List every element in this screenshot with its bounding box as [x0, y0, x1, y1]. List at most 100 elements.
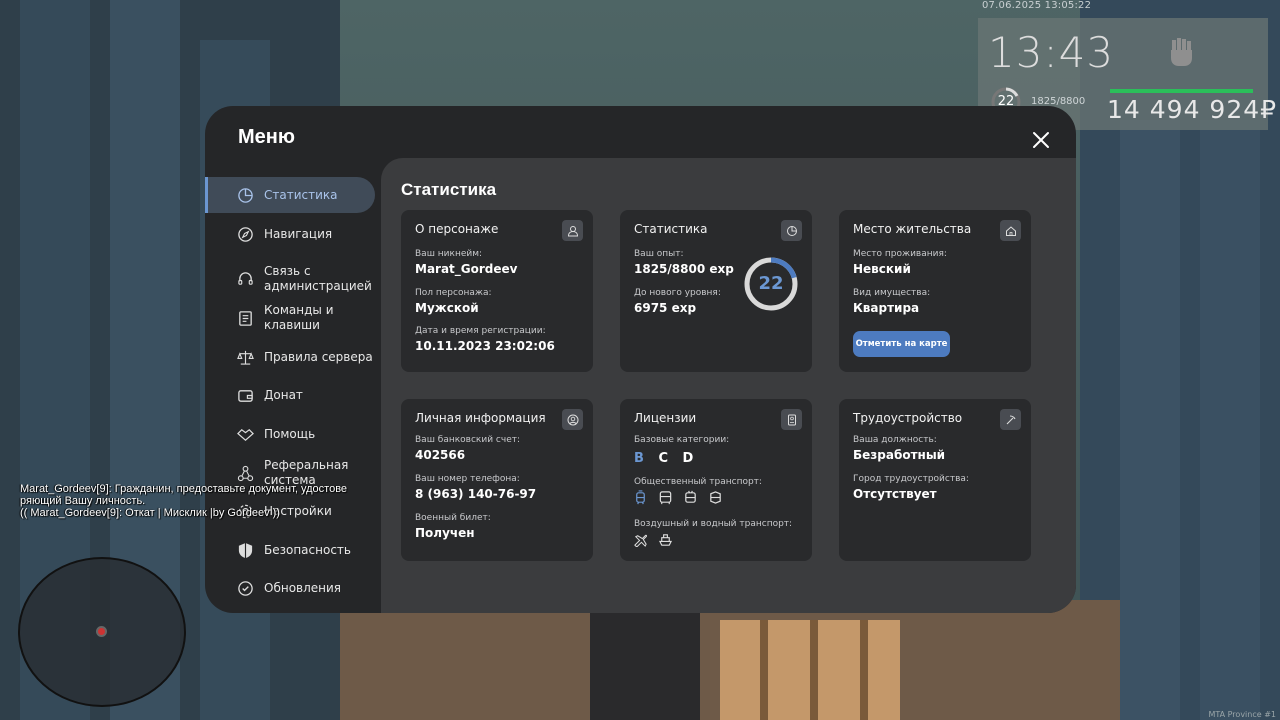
card-title: Личная информация: [415, 411, 546, 425]
card-title: Статистика: [634, 222, 708, 236]
shield-icon: [238, 542, 253, 558]
plane-icon: [634, 534, 648, 547]
next-level-label: До нового уровня:: [634, 288, 721, 298]
sidebar-item-rules[interactable]: Правила сервера: [205, 339, 375, 375]
headset-icon: [238, 271, 253, 285]
scales-icon: [237, 350, 254, 365]
sidebar-item-donate[interactable]: Донат: [205, 377, 375, 413]
position-label: Ваша должность:: [853, 435, 937, 445]
card-title: Лицензии: [634, 411, 697, 425]
bank-value: 402566: [415, 448, 466, 462]
job-city-value: Отсутствует: [853, 487, 937, 501]
property-type-value: Квартира: [853, 301, 920, 315]
sidebar-item-navigation[interactable]: Навигация: [205, 216, 375, 252]
public-transport-label: Общественный транспорт:: [634, 477, 762, 487]
registration-value: 10.11.2023 23:02:06: [415, 339, 555, 353]
gender-value: Мужской: [415, 301, 479, 315]
nickname-label: Ваш никнейм:: [415, 249, 483, 259]
license-categories: B C D: [634, 451, 698, 466]
health-bar: [1110, 89, 1253, 93]
menu-window: Меню Статистика Навигация Связь с админи…: [205, 106, 1076, 613]
chat-line: ряющий Вашу личность.: [20, 495, 146, 507]
handshake-icon: [237, 428, 254, 441]
base-categories-label: Базовые категории:: [634, 435, 730, 445]
stats-icon: [238, 187, 253, 203]
job-city-label: Город трудоустройства:: [853, 474, 969, 484]
exp-label: Ваш опыт:: [634, 249, 684, 259]
sidebar: Статистика Навигация Связь с администрац…: [205, 172, 381, 613]
level-number: 22: [758, 273, 784, 294]
refresh-icon: [238, 580, 253, 596]
document-icon: [239, 310, 252, 326]
id-card-icon: [781, 409, 802, 430]
sidebar-item-commands[interactable]: Команды и клавиши: [205, 300, 375, 336]
military-label: Военный билет:: [415, 513, 491, 523]
gender-label: Пол персонажа:: [415, 288, 492, 298]
ship-icon: [658, 534, 673, 546]
stats-card: Статистика Ваш опыт: 1825/8800 exp До но…: [620, 210, 812, 372]
phone-label: Ваш номер телефона:: [415, 474, 520, 484]
bus-icon: [659, 491, 672, 505]
sidebar-item-label: Связь с администрацией: [264, 264, 372, 293]
home-icon: [1000, 220, 1021, 241]
sidebar-item-label: Помощь: [264, 426, 316, 441]
phone-value: 8 (963) 140-76-97: [415, 487, 537, 501]
category-b: B: [634, 451, 649, 466]
compass-icon: [238, 226, 253, 242]
sidebar-item-label: Навигация: [264, 226, 333, 241]
residence-card: Место жительства Место проживания: Невск…: [839, 210, 1031, 372]
watermark: MTA Province #1: [1208, 710, 1276, 719]
next-level-value: 6975 exp: [634, 301, 697, 315]
content-panel: Статистика О персонаже Ваш никнейм: Mara…: [381, 158, 1076, 613]
position-value: Безработный: [853, 448, 946, 462]
user-circle-icon: [562, 409, 583, 430]
property-type-label: Вид имущества:: [853, 288, 931, 298]
sidebar-item-statistics[interactable]: Статистика: [205, 177, 375, 213]
user-icon: [562, 220, 583, 241]
residence-place-value: Невский: [853, 262, 911, 276]
public-transport-icons: [633, 490, 723, 505]
licenses-card: Лицензии Базовые категории: B C D Общест…: [620, 399, 812, 561]
category-cd: C D: [658, 451, 699, 466]
sidebar-item-label: Донат: [264, 387, 303, 402]
network-icon: [237, 465, 254, 481]
sidebar-item-updates[interactable]: Обновления: [205, 570, 375, 606]
sidebar-item-security[interactable]: Безопасность: [205, 532, 375, 568]
tram-icon: [636, 490, 645, 505]
server-timestamp: 07.06.2025 13:05:22: [982, 0, 1092, 11]
sidebar-item-label: Правила сервера: [264, 349, 373, 364]
military-value: Получен: [415, 526, 475, 540]
air-water-transport-label: Воздушный и водный транспорт:: [634, 519, 793, 529]
chat-line: Marat_Gordeev[9]: Гражданин, предоставьт…: [20, 483, 348, 495]
employment-card: Трудоустройство Ваша должность: Безработ…: [839, 399, 1031, 561]
stats-icon: [781, 220, 802, 241]
page-title: Статистика: [401, 180, 497, 199]
card-title: О персонаже: [415, 222, 499, 236]
sidebar-item-label: Статистика: [264, 187, 338, 202]
fist-icon: [1171, 38, 1192, 66]
mark-on-map-button[interactable]: Отметить на карте: [853, 331, 950, 357]
chat-log: Marat_Gordeev[9]: Гражданин, предоставьт…: [20, 483, 347, 519]
trolleybus-icon: [685, 490, 696, 503]
sidebar-item-label: Обновления: [264, 580, 342, 595]
sidebar-item-help[interactable]: Помощь: [205, 416, 375, 452]
personal-info-card: Личная информация Ваш банковский счет: 4…: [401, 399, 593, 561]
air-water-transport-icons: [633, 532, 673, 547]
hud-money: 14 494 924₽: [1107, 95, 1278, 124]
close-icon[interactable]: [1029, 128, 1053, 152]
pickaxe-icon: [1000, 409, 1021, 430]
menu-title: Меню: [238, 126, 295, 148]
bank-label: Ваш банковский счет:: [415, 435, 521, 445]
player-marker-icon: [96, 626, 107, 637]
residence-place-label: Место проживания:: [853, 249, 947, 259]
sidebar-item-admin-contact[interactable]: Связь с администрацией: [205, 261, 375, 297]
train-icon: [710, 491, 721, 504]
character-card: О персонаже Ваш никнейм: Marat_Gordeev П…: [401, 210, 593, 372]
sidebar-item-label: Безопасность: [264, 542, 351, 557]
hud-clock: 13:43: [988, 28, 1115, 77]
exp-value: 1825/8800 exp: [634, 262, 734, 276]
chat-line: (( Marat_Gordeev[9]: Откат | Мисклик |by…: [20, 507, 280, 519]
wallet-icon: [238, 389, 253, 402]
card-title: Трудоустройство: [853, 411, 963, 425]
registration-label: Дата и время регистрации:: [415, 326, 546, 336]
